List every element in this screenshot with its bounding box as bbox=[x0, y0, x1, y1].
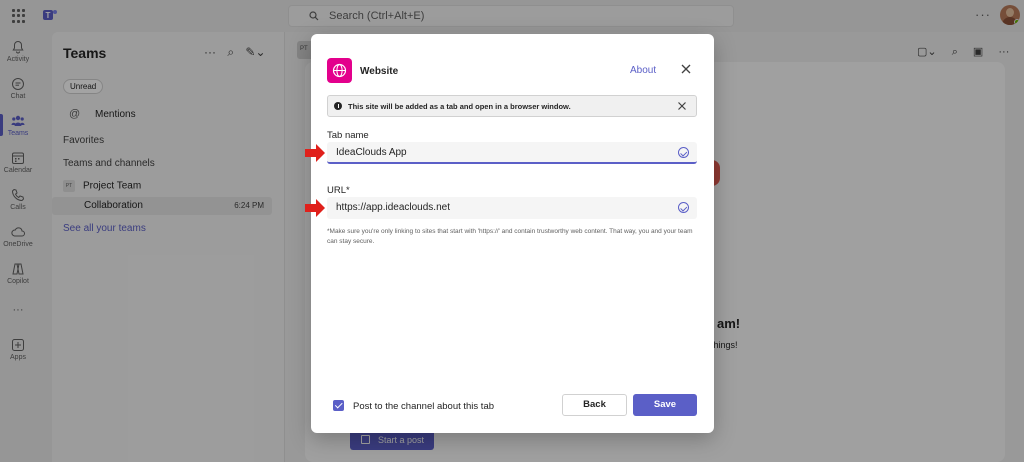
url-label: URL* bbox=[327, 185, 350, 196]
info-banner: This site will be added as a tab and ope… bbox=[327, 95, 697, 117]
close-icon[interactable] bbox=[680, 63, 692, 75]
dismiss-banner-icon[interactable] bbox=[677, 101, 687, 111]
info-icon bbox=[334, 102, 342, 110]
red-arrow-icon bbox=[305, 144, 325, 162]
valid-check-icon bbox=[678, 202, 689, 213]
post-to-channel-checkbox[interactable] bbox=[333, 400, 344, 411]
security-hint: *Make sure you're only linking to sites … bbox=[327, 228, 693, 245]
tab-name-value: IdeaClouds App bbox=[336, 147, 407, 158]
banner-text: This site will be added as a tab and ope… bbox=[348, 102, 571, 111]
post-to-channel-label: Post to the channel about this tab bbox=[353, 401, 495, 412]
red-arrow-icon bbox=[305, 199, 325, 217]
about-link[interactable]: About bbox=[630, 65, 656, 76]
valid-check-icon bbox=[678, 147, 689, 158]
website-app-icon bbox=[327, 58, 352, 83]
back-button[interactable]: Back bbox=[562, 394, 627, 416]
save-button[interactable]: Save bbox=[633, 394, 697, 416]
dialog-title: Website bbox=[360, 66, 399, 77]
url-value: https://app.ideaclouds.net bbox=[336, 202, 450, 213]
tab-name-field[interactable]: IdeaClouds App bbox=[327, 142, 697, 164]
url-field[interactable]: https://app.ideaclouds.net bbox=[327, 197, 697, 219]
globe-icon bbox=[332, 63, 347, 78]
tab-name-label: Tab name bbox=[327, 130, 369, 141]
add-website-tab-dialog: Website About This site will be added as… bbox=[311, 34, 714, 433]
